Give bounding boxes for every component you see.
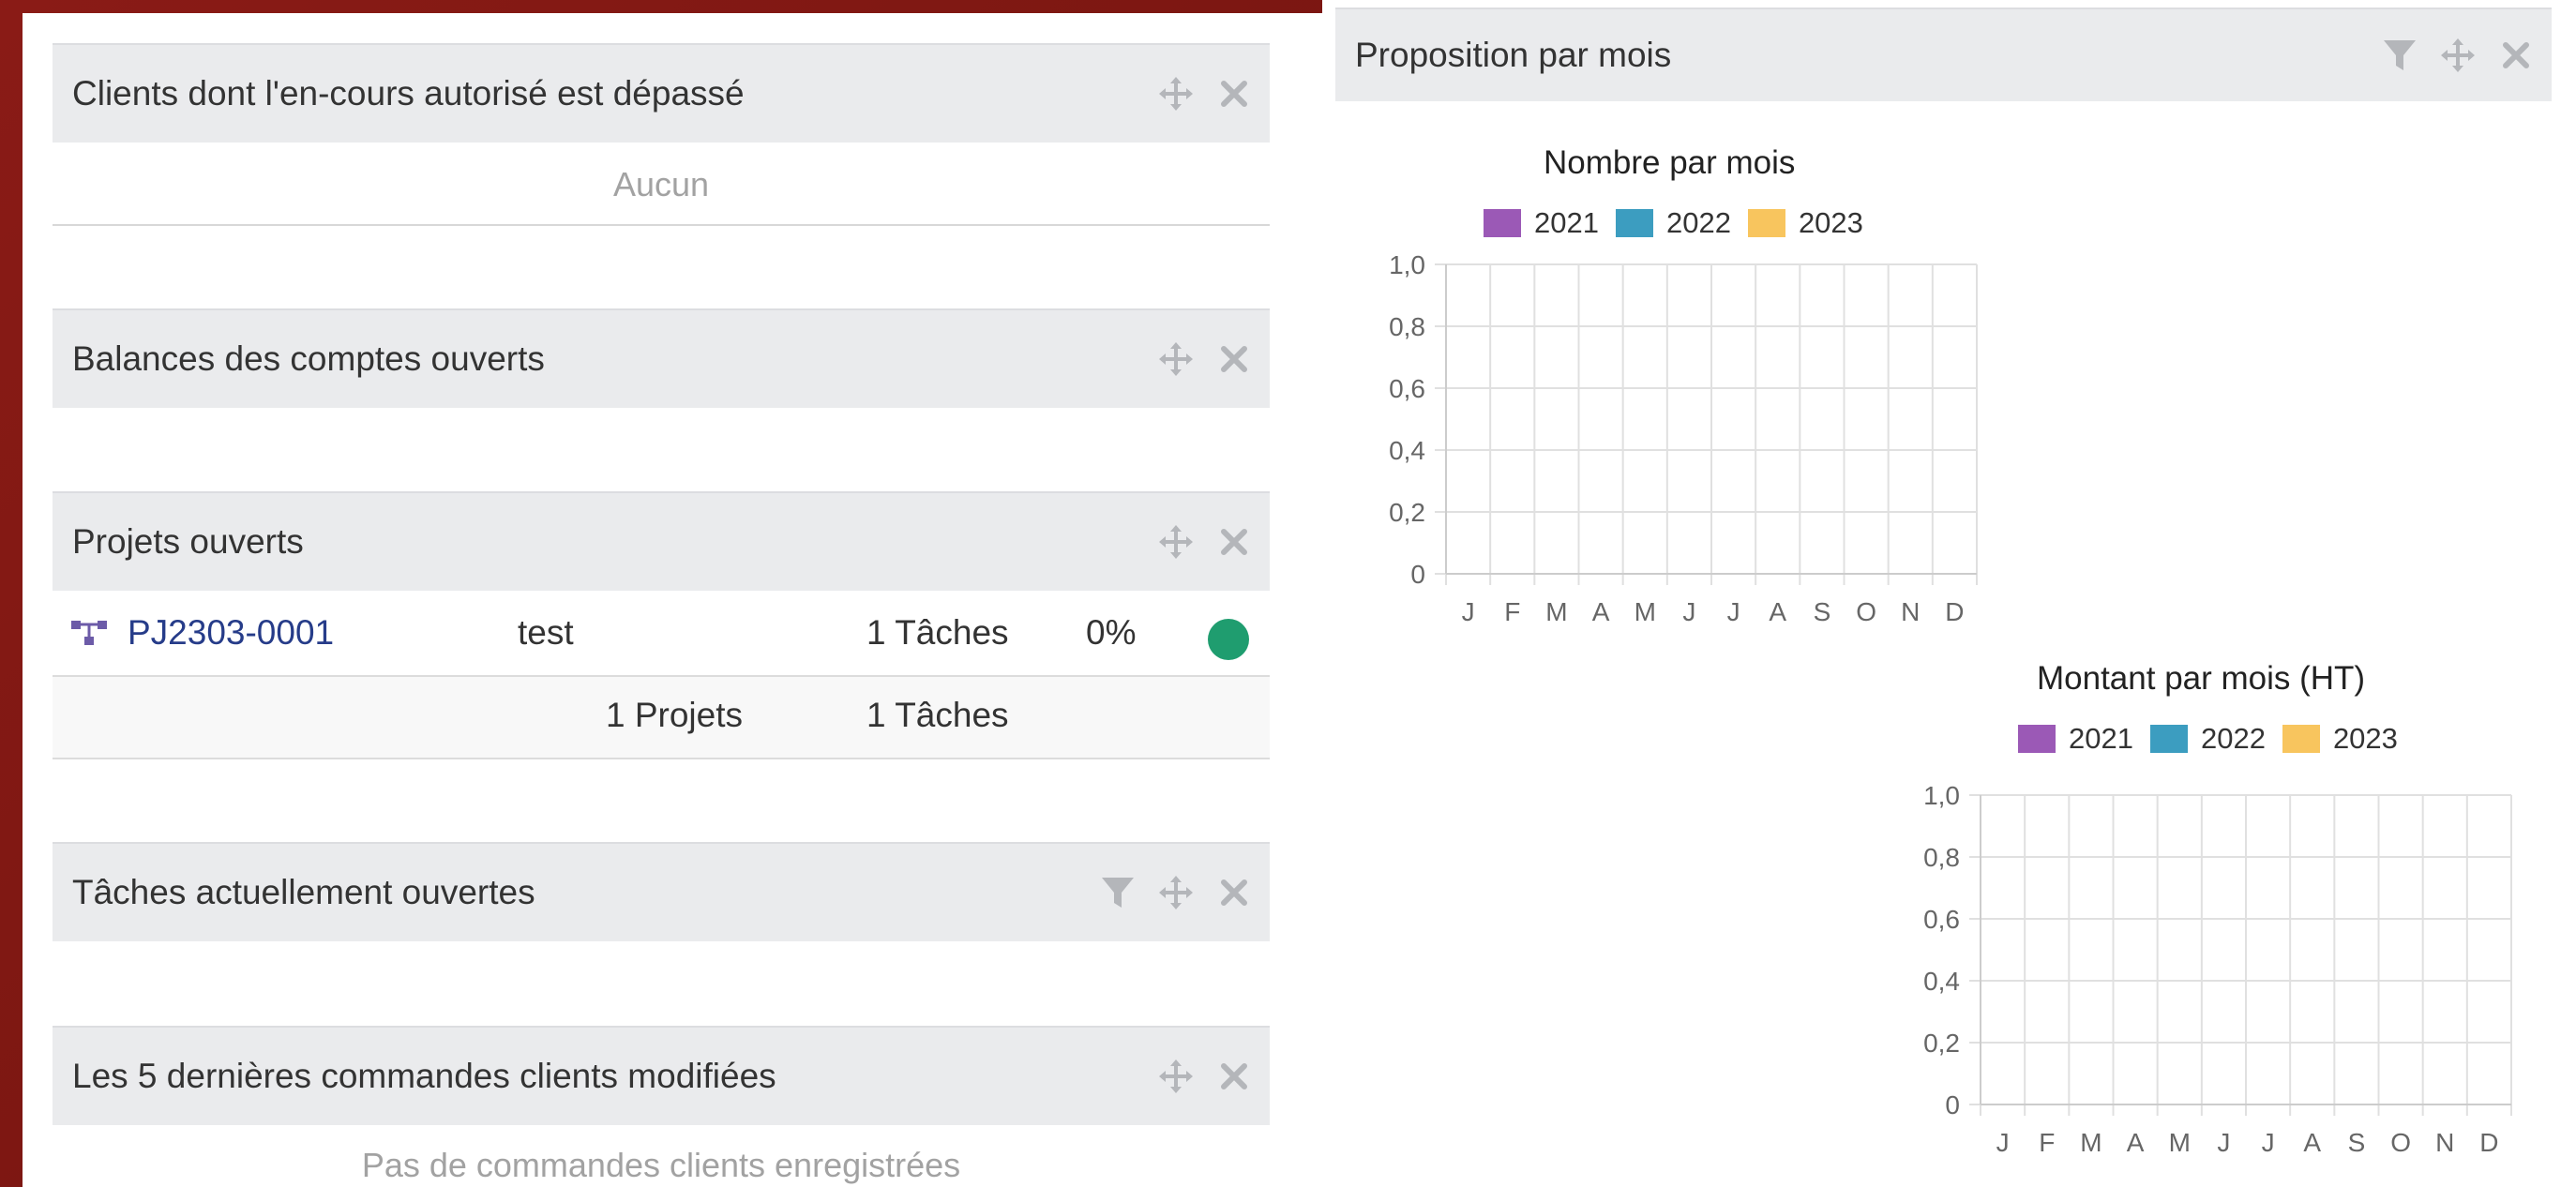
close-icon[interactable] [2493,33,2538,78]
widget-header[interactable]: Les 5 dernières commandes clients modifi… [53,1026,1270,1125]
y-tick-label: 0,2 [1389,498,1425,527]
x-tick-label: N [2435,1128,2454,1157]
widget-title: Proposition par mois [1355,36,1672,74]
x-tick-label: A [1592,597,1610,626]
close-icon[interactable] [1212,337,1257,382]
x-tick-label: J [1682,597,1695,626]
widget-last-orders: Les 5 dernières commandes clients modifi… [53,1026,1270,1187]
status-badge [1208,619,1249,660]
y-tick-label: 0,4 [1389,436,1425,465]
widget-overdue-clients: Clients dont l'en-cours autorisé est dép… [53,43,1270,227]
widget-title: Tâches actuellement ouvertes [72,873,535,911]
filter-icon[interactable] [1095,870,1140,915]
close-icon[interactable] [1212,519,1257,564]
x-tick-label: M [2080,1128,2101,1157]
x-tick-label: D [2479,1128,2498,1157]
x-tick-label: A [1769,597,1786,626]
close-icon[interactable] [1212,870,1257,915]
widget-title: Balances des comptes ouverts [72,339,545,378]
project-ref-link[interactable]: PJ2303-0001 [128,613,334,653]
y-tick-label: 1,0 [1923,781,1960,810]
x-tick-label: M [1545,597,1567,626]
move-arrows-icon[interactable] [1153,519,1198,564]
x-tick-label: M [2169,1128,2191,1157]
widget-title: Les 5 dernières commandes clients modifi… [72,1057,776,1095]
y-tick-label: 0,2 [1923,1029,1960,1058]
y-tick-label: 0 [1945,1090,1960,1119]
widget-proposals: Proposition par mois Nombre par mois 202… [1335,8,2552,1187]
total-projects: 1 Projets [606,696,744,734]
project-tree-icon[interactable] [71,619,109,652]
widget-header[interactable]: Balances des comptes ouverts [53,308,1270,408]
x-tick-label: A [2303,1128,2321,1157]
move-arrows-icon[interactable] [1153,71,1198,116]
x-tick-label: J [1462,597,1475,626]
widget-open-tasks: Tâches actuellement ouvertes [53,842,1270,943]
x-tick-label: A [2127,1128,2145,1157]
widget-header[interactable]: Proposition par mois [1335,8,2552,101]
widget-open-projects: Projets ouverts PJ2303-0001 test 1 Tâche… [53,491,1270,760]
x-tick-label: S [2348,1128,2366,1157]
x-tick-label: F [1504,597,1520,626]
chart-count-per-month: Nombre par mois 2021 2022 2023 0 0,2 0,4 0,… [1335,101,1992,664]
x-tick-label: D [1945,597,1964,626]
widget-header[interactable]: Clients dont l'en-cours autorisé est dép… [53,43,1270,143]
y-tick-label: 0,6 [1923,905,1960,934]
close-icon[interactable] [1212,71,1257,116]
table-row: PJ2303-0001 test 1 Tâches 0% [53,591,1270,677]
widget-title: Projets ouverts [72,522,304,561]
move-arrows-icon[interactable] [1153,337,1198,382]
total-tasks: 1 Tâches [866,696,1009,734]
close-icon[interactable] [1212,1054,1257,1099]
filter-icon[interactable] [2377,33,2422,78]
y-tick-label: 0,8 [1389,312,1425,341]
widget-header[interactable]: Projets ouverts [53,491,1270,591]
empty-message: Aucun [612,165,710,203]
widget-header[interactable]: Tâches actuellement ouvertes [53,842,1270,941]
move-arrows-icon[interactable] [2435,33,2480,78]
x-tick-label: N [1901,597,1920,626]
x-tick-label: J [2217,1128,2230,1157]
project-tasks: 1 Tâches [866,613,1009,652]
move-arrows-icon[interactable] [1153,870,1198,915]
y-tick-label: 0,6 [1389,374,1425,403]
x-tick-label: S [1814,597,1831,626]
widget-title: Clients dont l'en-cours autorisé est dép… [72,74,745,113]
x-tick-label: J [2262,1128,2275,1157]
x-tick-label: J [1996,1128,2010,1157]
x-tick-label: O [1856,597,1876,626]
chart-plot: 00,20,40,60,81,0J F M A M J J A S O N D [1389,250,1978,626]
widget-balances: Balances des comptes ouverts [53,308,1270,410]
move-arrows-icon[interactable] [1153,1054,1198,1099]
project-label: test [518,613,574,652]
x-tick-label: F [2039,1128,2055,1157]
divider [53,224,1270,226]
y-tick-label: 1,0 [1389,250,1425,279]
empty-message: Pas de commandes clients enregistrées [361,1146,961,1184]
chart-plot: 00,20,40,60,81,0J F M A M J J A S O N D [1923,781,2512,1157]
x-tick-label: O [2390,1128,2411,1157]
y-tick-label: 0,8 [1923,843,1960,872]
chart-amount-per-month: Montant par mois (HT) 2021 2022 2023 0 0,… [1860,626,2552,1187]
x-tick-label: M [1634,597,1656,626]
x-tick-label: J [1727,597,1740,626]
y-tick-label: 0 [1410,560,1425,589]
project-progress: 0% [1086,613,1137,652]
totals-row: 1 Projets 1 Tâches [53,675,1270,759]
y-tick-label: 0,4 [1923,967,1960,996]
